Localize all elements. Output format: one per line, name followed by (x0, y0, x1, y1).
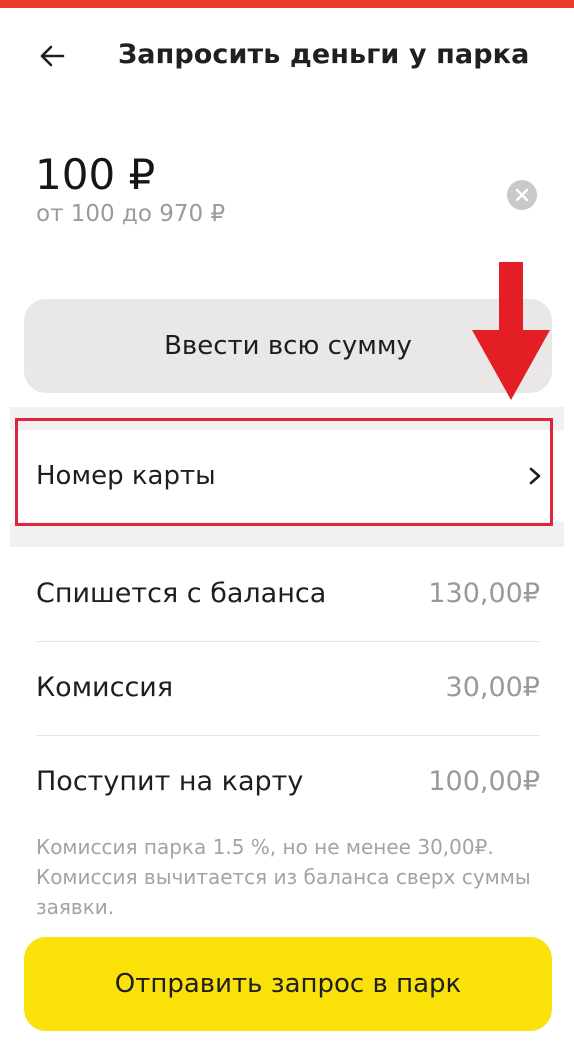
summary-row-to-card: Поступит на карту 100,00₽ (36, 736, 540, 830)
amount-value[interactable]: 100 ₽ (35, 150, 155, 199)
page-title: Запросить деньги у парка (118, 39, 530, 70)
summary-label: Комиссия (36, 672, 174, 703)
submit-request-button[interactable]: Отправить запрос в парк (24, 937, 552, 1031)
summary-row-commission: Комиссия 30,00₽ (36, 642, 540, 736)
clear-amount-button[interactable] (507, 180, 537, 210)
summary-label: Поступит на карту (36, 766, 304, 797)
summary-value: 130,00₽ (428, 578, 540, 609)
summary-row-balance: Спишется с баланса 130,00₽ (36, 548, 540, 642)
amount-range: от 100 до 970 ₽ (36, 201, 226, 227)
annotation-arrow-icon (472, 262, 550, 400)
summary-label: Спишется с баланса (36, 578, 327, 609)
commission-note: Комиссия парка 1.5 %, но не менее 30,00₽… (36, 835, 531, 919)
summary-value: 100,00₽ (428, 766, 540, 797)
clear-icon (515, 188, 529, 202)
header: Запросить деньги у парка (0, 20, 574, 92)
annotation-highlight-box (15, 418, 553, 526)
summary-value: 30,00₽ (445, 672, 540, 703)
top-status-strip (0, 0, 574, 8)
back-button[interactable] (30, 34, 74, 78)
arrow-left-icon (40, 45, 65, 67)
